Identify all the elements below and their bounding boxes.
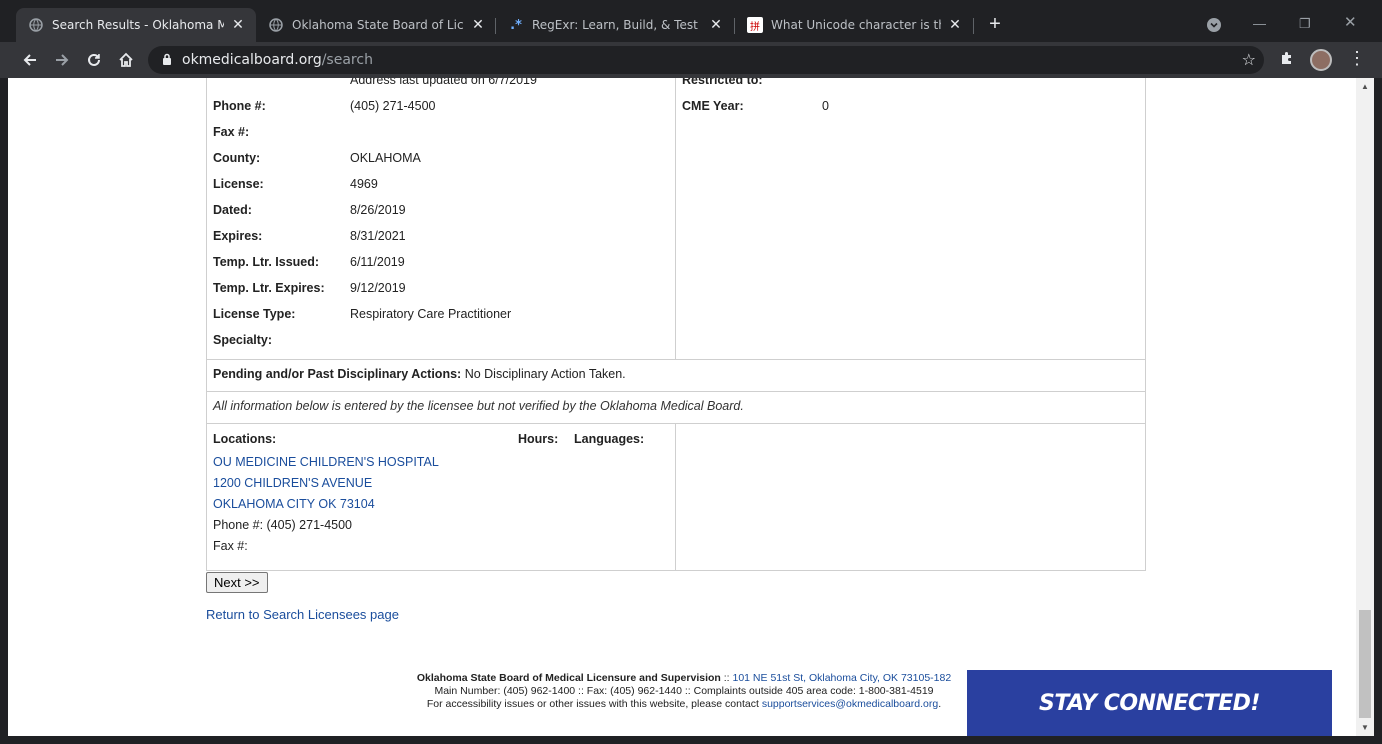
detail-row-temp-issued: Temp. Ltr. Issued: 6/11/2019: [213, 255, 405, 269]
url-path: /search: [321, 52, 373, 68]
back-icon[interactable]: [18, 48, 42, 72]
browser-toolbar: okmedicalboard.org/search ☆ ⋮: [0, 42, 1382, 78]
forward-icon[interactable]: [50, 48, 74, 72]
address-bar[interactable]: okmedicalboard.org/search ☆: [148, 46, 1264, 74]
tab-search-icon[interactable]: [1206, 17, 1222, 36]
detail-row-specialty: Specialty:: [213, 333, 273, 347]
hours-heading: Hours:: [518, 432, 559, 446]
detail-row-license: License: 4969: [213, 177, 378, 191]
locations-cell: Locations: Hours: Languages: OU MEDICINE…: [206, 423, 676, 571]
url-host: okmedicalboard.org: [182, 52, 322, 68]
address-updated-note: Address last updated on 6/7/2019: [350, 78, 537, 87]
disclaimer-text: All information below is entered by the …: [206, 391, 1146, 424]
close-tab-icon[interactable]: ✕: [947, 17, 963, 33]
profile-avatar[interactable]: [1310, 49, 1332, 71]
detail-row-temp-expires: Temp. Ltr. Expires: 9/12/2019: [213, 281, 406, 295]
footer-line-1: Oklahoma State Board of Medical Licensur…: [416, 672, 952, 684]
tab-regexr[interactable]: .* RegExr: Learn, Build, & Test RegE ✕: [496, 8, 734, 42]
disciplinary-label: Pending and/or Past Disciplinary Actions…: [213, 367, 462, 381]
details-left-cell: Address last updated on 6/7/2019 Phone #…: [206, 78, 676, 360]
detail-row-dated: Dated: 8/26/2019: [213, 203, 406, 217]
footer-address-link[interactable]: 101 NE 51st St, Oklahoma City, OK 73105-…: [733, 672, 952, 684]
bookmark-star-icon[interactable]: ☆: [1242, 50, 1256, 69]
detail-row-county: County: OKLAHOMA: [213, 151, 421, 165]
globe-icon: [28, 17, 44, 33]
details-right-cell: Restricted to: CME Year: 0: [675, 78, 1146, 360]
close-tab-icon[interactable]: ✕: [708, 17, 724, 33]
locations-heading: Locations:: [213, 432, 277, 446]
scroll-down-icon[interactable]: ▼: [1361, 723, 1369, 732]
tab-title: What Unicode character is this ?: [771, 18, 941, 32]
restore-icon[interactable]: ❐: [1299, 16, 1311, 32]
tab-strip: Search Results - Oklahoma Medic ✕ Oklaho…: [0, 8, 1382, 42]
tab-title: RegExr: Learn, Build, & Test RegE: [532, 18, 702, 32]
scroll-up-icon[interactable]: ▲: [1361, 82, 1369, 91]
reload-icon[interactable]: [82, 48, 106, 72]
locations-header: Locations: Hours: Languages:: [207, 424, 675, 452]
disciplinary-value: No Disciplinary Action Taken.: [464, 367, 626, 381]
page-scrollbar[interactable]: ▲ ▼: [1356, 78, 1374, 736]
languages-heading: Languages:: [574, 432, 645, 446]
location-name-link[interactable]: OU MEDICINE CHILDREN'S HOSPITAL: [207, 452, 675, 473]
next-button[interactable]: Next >>: [206, 572, 268, 593]
close-tab-icon[interactable]: ✕: [230, 17, 246, 33]
globe-icon: [268, 17, 284, 33]
footer-line-3: For accessibility issues or other issues…: [426, 698, 942, 710]
window-edge: [0, 0, 8, 744]
window-edge: [1374, 78, 1382, 744]
home-icon[interactable]: [114, 48, 138, 72]
footer-line-2: Main Number: (405) 962-1400 :: Fax: (405…: [434, 685, 934, 697]
support-email-link[interactable]: supportservices@okmedicalboard.org: [762, 698, 938, 710]
location-city-link[interactable]: OKLAHOMA CITY OK 73104: [207, 494, 675, 515]
disciplinary-actions: Pending and/or Past Disciplinary Actions…: [206, 359, 1146, 392]
location-street-link[interactable]: 1200 CHILDREN'S AVENUE: [207, 473, 675, 494]
minimize-icon[interactable]: —: [1253, 16, 1266, 31]
location-phone: Phone #: (405) 271-4500: [213, 518, 352, 532]
unicode-icon: 拼: [747, 17, 763, 33]
return-link-wrapper: Return to Search Licensees page: [206, 607, 1146, 622]
menu-kebab-icon[interactable]: ⋮: [1348, 48, 1366, 69]
right-row-cme-year: CME Year: 0: [682, 99, 829, 113]
location-fax: Fax #:: [213, 539, 248, 553]
detail-row-license-type: License Type: Respiratory Care Practition…: [213, 307, 512, 321]
tab-search-results[interactable]: Search Results - Oklahoma Medic ✕: [16, 8, 256, 42]
detail-row-expires: Expires: 8/31/2021: [213, 229, 406, 243]
stay-connected-banner[interactable]: STAY CONNECTED!: [967, 670, 1332, 736]
page-footer: Oklahoma State Board of Medical Licensur…: [394, 672, 974, 711]
tab-title: Search Results - Oklahoma Medic: [52, 18, 224, 32]
extensions-puzzle-icon[interactable]: [1279, 50, 1295, 71]
footer-org: Oklahoma State Board of Medical Licensur…: [416, 672, 721, 684]
tab-unicode[interactable]: 拼 What Unicode character is this ? ✕: [735, 8, 973, 42]
lock-icon: [162, 53, 172, 68]
tab-title: Oklahoma State Board of License: [292, 18, 464, 32]
detail-row-fax: Fax #:: [213, 125, 250, 139]
detail-row-phone: Phone #: (405) 271-4500: [213, 99, 436, 113]
taskbar-edge: [0, 736, 1382, 744]
close-tab-icon[interactable]: ✕: [470, 17, 486, 33]
tab-separator: [973, 18, 974, 34]
locations-right-cell: [675, 423, 1146, 571]
licensee-details: Address last updated on 6/7/2019 Phone #…: [206, 78, 1146, 622]
scrollbar-thumb[interactable]: [1359, 610, 1371, 718]
new-tab-button[interactable]: +: [984, 13, 1006, 35]
tab-oklahoma-board[interactable]: Oklahoma State Board of License ✕: [256, 8, 496, 42]
page-viewport: Address last updated on 6/7/2019 Phone #…: [8, 78, 1356, 736]
regexr-icon: .*: [510, 17, 522, 33]
return-to-search-link[interactable]: Return to Search Licensees page: [206, 607, 399, 622]
close-window-icon[interactable]: ✕: [1344, 13, 1357, 31]
licensee-table: Address last updated on 6/7/2019 Phone #…: [206, 78, 1146, 571]
right-row-restricted: Restricted to:: [682, 78, 763, 87]
